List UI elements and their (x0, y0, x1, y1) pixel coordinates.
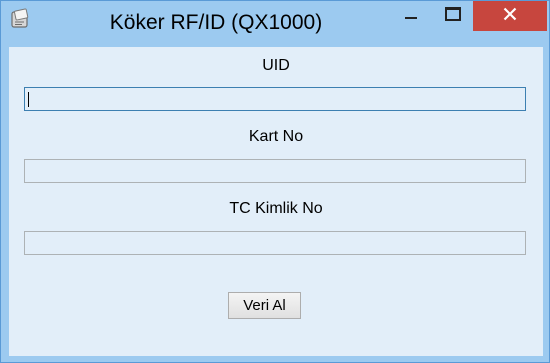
maximize-icon (445, 6, 461, 26)
maximize-button[interactable] (433, 1, 473, 31)
uid-input[interactable] (24, 87, 526, 111)
card-no-label: Kart No (248, 128, 304, 145)
tc-id-no-input[interactable] (24, 231, 526, 255)
card-no-input[interactable] (24, 159, 526, 183)
close-icon (503, 7, 517, 26)
close-button[interactable] (473, 1, 547, 31)
title-bar[interactable]: Köker RF/ID (QX1000) (1, 1, 549, 47)
fetch-data-button[interactable]: Veri Al (228, 292, 301, 319)
minimize-icon (405, 7, 417, 25)
form-panel: UID Kart No TC Kimlik No Veri Al (9, 47, 543, 356)
tc-id-no-label: TC Kimlik No (229, 200, 323, 217)
text-caret (28, 92, 29, 107)
uid-label: UID (262, 57, 290, 74)
app-window: Köker RF/ID (QX1000) UID Kart No TC Kiml… (0, 0, 550, 363)
minimize-button[interactable] (389, 1, 433, 31)
window-title: Köker RF/ID (QX1000) (109, 11, 323, 34)
